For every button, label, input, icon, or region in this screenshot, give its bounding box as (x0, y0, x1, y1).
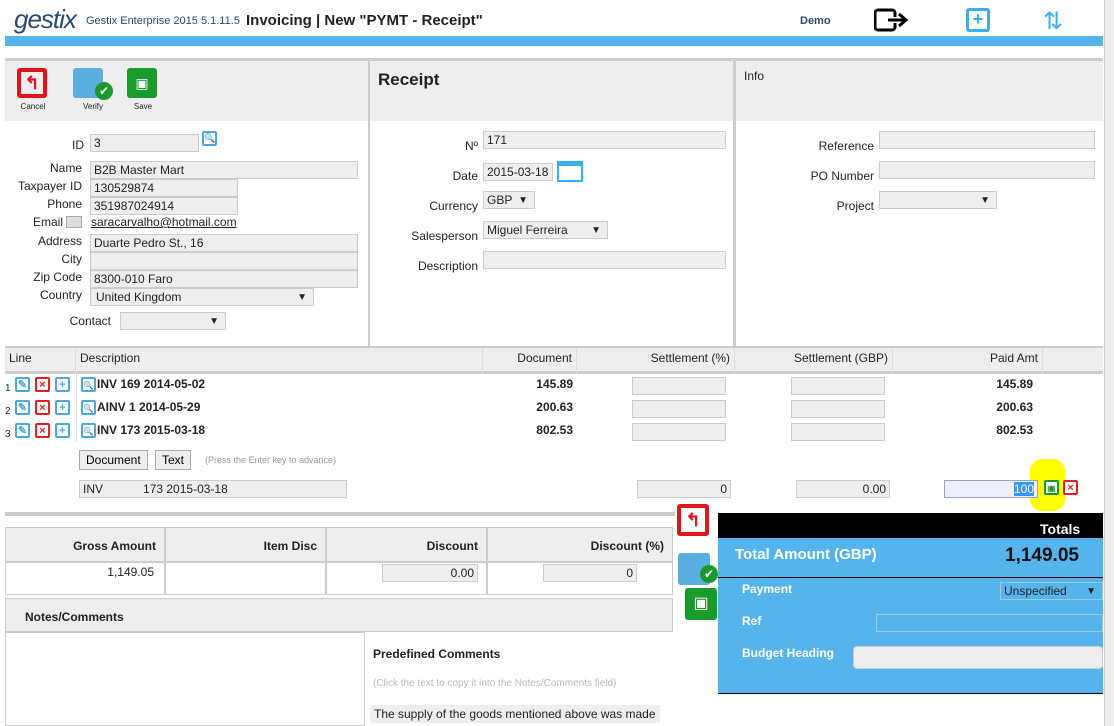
cancel-float-icon[interactable]: ↰ (677, 504, 709, 536)
toolbar-panel (5, 61, 368, 121)
save-button[interactable]: ▣ Save (127, 68, 159, 112)
app-version: Gestix Enterprise 2015 5.1.11.5 (86, 15, 240, 27)
col-discount-pct: Discount (%) (487, 527, 673, 562)
email-icon[interactable] (66, 216, 82, 228)
settlement-pct-field[interactable] (632, 423, 726, 441)
reference-field[interactable] (879, 131, 1095, 149)
logout-icon[interactable] (873, 8, 910, 32)
col-item-disc: Item Disc (165, 527, 326, 562)
col-description: Description (76, 348, 483, 374)
taxpayer-id-field[interactable]: 130529874 (90, 179, 238, 197)
col-paid: Paid Amt (893, 348, 1043, 374)
notes-textarea[interactable] (5, 632, 365, 726)
settlement-gbp-field[interactable] (791, 400, 885, 418)
calendar-icon[interactable] (557, 161, 583, 182)
delete-icon[interactable]: × (35, 423, 50, 438)
search-icon[interactable]: 🔍 (202, 131, 217, 146)
notes-title: Notes/Comments (25, 610, 124, 624)
col-settlement-gbp: Settlement (GBP) (735, 348, 893, 374)
description-field[interactable] (483, 251, 726, 269)
new-document-icon[interactable]: + (966, 8, 990, 32)
save-icon: ▣ (127, 68, 157, 98)
cancel-icon: ↰ (17, 68, 47, 98)
gross-amount: 1,149.05 (5, 562, 165, 595)
contact-select[interactable] (120, 312, 226, 330)
budget-heading-field[interactable] (853, 646, 1103, 669)
date-field[interactable]: 2015-03-18 (483, 163, 553, 181)
discount-field[interactable]: 0.00 (382, 564, 478, 582)
zip-field[interactable]: 8300-010 Faro (90, 270, 358, 288)
col-discount: Discount (326, 527, 487, 562)
delete-icon[interactable]: × (35, 377, 50, 392)
settlement-pct-field[interactable] (632, 377, 726, 395)
number-field[interactable]: 171 (483, 131, 726, 149)
edit-icon[interactable]: ✎ (15, 377, 30, 392)
col-document: Document (483, 348, 577, 374)
currency-select[interactable]: GBP (483, 191, 535, 209)
scrollbar[interactable] (1104, 0, 1114, 726)
discard-line-icon[interactable]: × (1063, 480, 1078, 495)
line-settlement-pct-field[interactable]: 0 (637, 480, 731, 498)
add-icon[interactable]: + (55, 423, 70, 438)
payment-select[interactable]: Unspecified (1000, 582, 1103, 600)
predefined-comment[interactable]: The supply of the goods mentioned above … (370, 705, 660, 723)
text-button[interactable]: Text (155, 450, 192, 470)
city-field[interactable] (90, 252, 358, 270)
address-field[interactable]: Duarte Pedro St., 16 (90, 234, 358, 252)
predefined-hint: (Click the text to copy it into the Note… (373, 678, 617, 689)
settlement-gbp-field[interactable] (791, 377, 885, 395)
receipt-title: Receipt (378, 70, 440, 89)
id-field[interactable]: 3 (90, 134, 199, 152)
salesperson-select[interactable]: Miguel Ferreira (483, 221, 608, 239)
info-title: Info (744, 69, 765, 83)
ref-field[interactable] (876, 614, 1103, 632)
verify-float-icon[interactable]: ✔ (678, 553, 718, 585)
edit-icon[interactable]: ✎ (15, 400, 30, 415)
delete-icon[interactable]: × (35, 400, 50, 415)
settlement-pct-field[interactable] (632, 400, 726, 418)
line-doc-field[interactable]: INV 173 2015-03-18 (79, 480, 347, 498)
save-float-icon[interactable]: ▣ (685, 588, 717, 620)
po-number-field[interactable] (879, 161, 1095, 179)
phone-field[interactable]: 351987024914 (90, 197, 238, 215)
predefined-title: Predefined Comments (373, 647, 501, 661)
verify-button[interactable]: ✔ Verify (73, 68, 113, 112)
info-header (736, 61, 1103, 121)
col-gross: Gross Amount (5, 527, 165, 562)
total-amount: 1,149.05 (1005, 545, 1079, 566)
logo: gestix (14, 4, 77, 34)
page-title: Invoicing | New "PYMT - Receipt" (246, 12, 483, 29)
edit-icon[interactable]: ✎ (15, 423, 30, 438)
user-name[interactable]: Demo (800, 15, 831, 27)
total-label: Total Amount (GBP) (735, 546, 877, 563)
item-disc (165, 562, 326, 595)
totals-title: Totals (1040, 521, 1081, 537)
refresh-icon[interactable]: ⇅ (1043, 7, 1063, 36)
enter-hint: (Press the Enter key to advance) (205, 455, 337, 465)
search-icon[interactable]: 🔍 (81, 423, 96, 438)
search-icon[interactable]: 🔍 (81, 400, 96, 415)
discount-pct-field[interactable]: 0 (543, 564, 637, 582)
name-field[interactable]: B2B Master Mart (90, 161, 358, 179)
search-icon[interactable]: 🔍 (81, 377, 96, 392)
header-bar (5, 36, 1103, 46)
country-select[interactable]: United Kingdom (90, 288, 314, 306)
col-line: Line (5, 348, 76, 374)
document-button[interactable]: Document (79, 450, 148, 470)
project-select[interactable] (879, 191, 997, 209)
email-link[interactable]: saracarvalho@hotmail.com (91, 215, 237, 229)
add-icon[interactable]: + (55, 377, 70, 392)
cancel-button[interactable]: ↰ Cancel (17, 68, 49, 112)
add-icon[interactable]: + (55, 400, 70, 415)
line-settlement-gbp-field[interactable]: 0.00 (796, 480, 890, 498)
verify-icon: ✔ (73, 68, 113, 100)
col-settlement-pct: Settlement (%) (577, 348, 735, 374)
line-paid-field[interactable]: 100 (944, 480, 1038, 498)
confirm-line-icon[interactable]: ▣ (1044, 480, 1059, 495)
settlement-gbp-field[interactable] (791, 423, 885, 441)
